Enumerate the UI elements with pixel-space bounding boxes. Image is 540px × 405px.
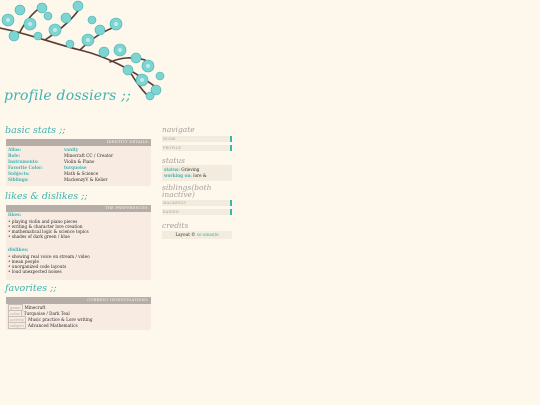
status-line: status: Grieving bbox=[164, 167, 199, 172]
basic-stats-panel: Alias: vanity Role: Minecraft CC / Creat… bbox=[6, 146, 151, 186]
list-item: • shades of dark green / blue bbox=[8, 234, 70, 239]
favorite-text: Advanced Mathematics bbox=[27, 323, 78, 328]
sibling-link-kaiden[interactable]: KAIDEN bbox=[162, 209, 232, 215]
list-item: • loud unexpected noises bbox=[8, 269, 62, 274]
status-panel: status: Grieving working on: lore & bbox=[162, 165, 232, 181]
status-label: status: bbox=[164, 167, 180, 172]
sibling-link-mackenzy[interactable]: MACKENZY bbox=[162, 200, 232, 206]
identity-details-bar: IDENTITY DETAILS bbox=[6, 139, 151, 146]
preferences-bar: THE PREFERENCES bbox=[6, 205, 151, 212]
credits-heading: credits bbox=[162, 221, 189, 230]
nav-link-home[interactable]: HOME bbox=[162, 136, 232, 142]
stat-row-siblings: Siblings: MackenzyV & Kelier bbox=[6, 177, 151, 183]
page-title: profile dossiers ;; bbox=[4, 88, 132, 104]
credits-prefix: Layout © bbox=[175, 232, 196, 237]
stat-value: MackenzyV & Kelier bbox=[64, 177, 108, 182]
favorites-panel: game Minecraft color Turquoise / Dark Teal… bbox=[6, 304, 151, 330]
navigate-heading: navigate bbox=[162, 125, 195, 134]
favorite-tag: subject bbox=[8, 322, 26, 329]
nav-link-profile[interactable]: PROFILE bbox=[162, 145, 232, 151]
likes-dislikes-heading: likes & dislikes ;; bbox=[5, 191, 88, 202]
likes-label: likes: bbox=[8, 213, 22, 218]
credits-panel: Layout © so-amante bbox=[162, 231, 232, 239]
favorites-heading: favorites ;; bbox=[5, 283, 57, 294]
status-value: Grieving bbox=[181, 167, 200, 172]
likes-dislikes-panel: likes: • playing violin and piano pieces… bbox=[6, 212, 151, 280]
working-value: lore & bbox=[193, 173, 207, 178]
stat-label: Siblings: bbox=[8, 177, 29, 182]
dislikes-label: dislikes: bbox=[8, 248, 29, 253]
working-label: working on: bbox=[164, 173, 192, 178]
working-line: working on: lore & bbox=[164, 173, 207, 178]
credits-author-link[interactable]: so-amante bbox=[197, 232, 219, 237]
siblings-heading: siblings(both inactive) bbox=[162, 183, 212, 199]
basic-stats-heading: basic stats ;; bbox=[5, 125, 66, 136]
status-heading: status bbox=[162, 156, 186, 165]
investigations-bar: CURRENT INVESTIGATIONS bbox=[6, 297, 151, 304]
favorite-item: subject Advanced Mathematics bbox=[8, 322, 78, 329]
